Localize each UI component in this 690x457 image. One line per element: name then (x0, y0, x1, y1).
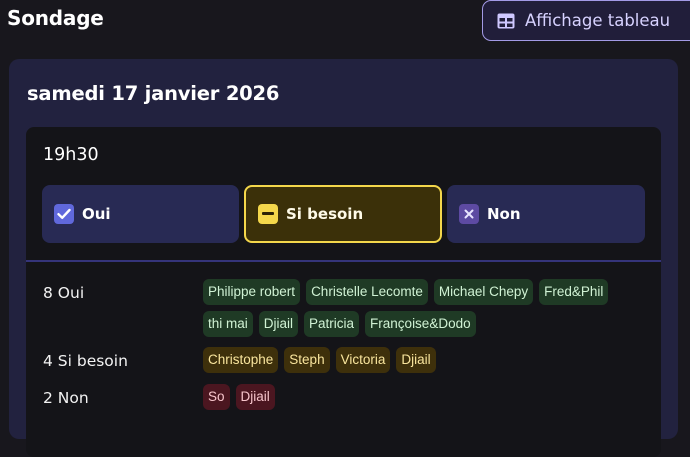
si-besoin-participants: Christophe Steph Victoria Djiail (203, 347, 643, 373)
vote-si-besoin-label: Si besoin (286, 205, 364, 223)
poll-day-card: samedi 17 janvier 2026 19h30 Oui Si beso… (9, 59, 678, 457)
page-title: Sondage (7, 6, 104, 30)
vote-si-besoin-button[interactable]: Si besoin (244, 185, 442, 243)
participant-chip: Françoise&Dodo (365, 311, 476, 337)
participant-chip: Djiail (258, 311, 299, 337)
minus-icon (258, 204, 278, 224)
time-slot-panel: 19h30 Oui Si besoin Non 8 Oui Philippe r… (26, 127, 661, 457)
participant-chip: Victoria (335, 347, 391, 373)
table-icon (497, 13, 515, 28)
non-participants: So Djiail (203, 384, 643, 410)
table-view-label: Affichage tableau (525, 11, 671, 30)
table-view-button[interactable]: Affichage tableau (482, 0, 690, 41)
participant-chip: So (203, 384, 230, 410)
oui-count-label: 8 Oui (43, 284, 85, 302)
vote-non-label: Non (487, 205, 521, 223)
vote-non-button[interactable]: Non (447, 185, 645, 243)
si-besoin-count-label: 4 Si besoin (43, 352, 128, 370)
participant-chip: Philippe robert (203, 279, 301, 305)
participant-chip: Djiail (396, 347, 436, 373)
non-count-label: 2 Non (43, 389, 89, 407)
vote-oui-button[interactable]: Oui (42, 185, 239, 243)
participant-chip: Christophe (203, 347, 279, 373)
participant-chip: Djiail (235, 384, 275, 410)
vote-oui-label: Oui (82, 205, 111, 223)
participant-chip: Fred&Phil (539, 279, 609, 305)
divider (26, 260, 661, 262)
oui-participants: Philippe robert Christelle Lecomte Micha… (203, 279, 643, 337)
participant-chip: Steph (284, 347, 330, 373)
participant-chip: Christelle Lecomte (306, 279, 428, 305)
participant-chip: thi mai (203, 311, 253, 337)
slot-time: 19h30 (43, 145, 99, 165)
participant-chip: Patricia (304, 311, 360, 337)
cross-icon (459, 204, 479, 224)
check-icon (54, 204, 74, 224)
participant-chip: Michael Chepy (433, 279, 534, 305)
poll-date: samedi 17 janvier 2026 (27, 82, 280, 105)
